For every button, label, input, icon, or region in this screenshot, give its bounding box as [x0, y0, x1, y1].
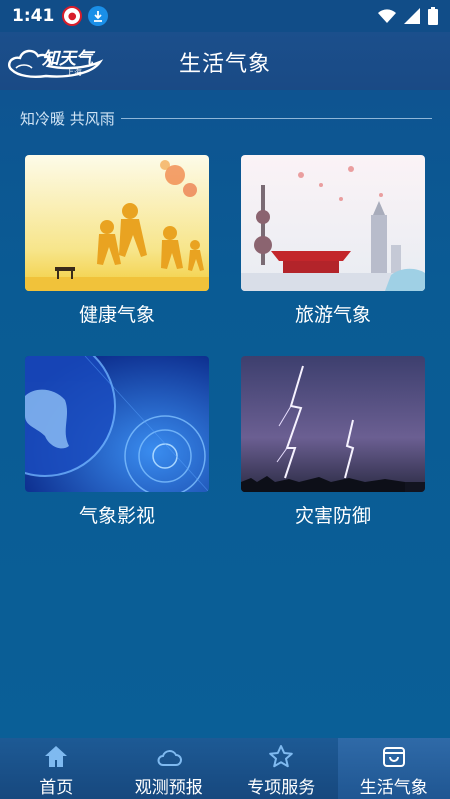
- card-label: 健康气象: [78, 304, 155, 326]
- status-time: 1:41: [12, 6, 55, 26]
- health-weather-image: [25, 155, 209, 291]
- card-disaster-defense[interactable]: 灾害防御: [241, 356, 425, 528]
- bottom-tab-bar: 首页 观测预报 专项服务 生活气象: [0, 738, 450, 799]
- main-content: 知冷暖 共风雨 健康气象 旅游气象 气象影视 灾害防御: [0, 90, 450, 738]
- tab-label: 专项服务: [247, 778, 316, 798]
- section-title: 知冷暖 共风雨: [20, 110, 115, 128]
- weather-video-image: [25, 356, 209, 492]
- app-bar: 知天气 上海 生活气象: [0, 32, 450, 90]
- bag-icon: [382, 747, 405, 767]
- card-weather-video[interactable]: 气象影视: [25, 356, 209, 528]
- wifi-icon: [378, 9, 396, 23]
- card-label: 旅游气象: [294, 304, 371, 326]
- tab-label: 首页: [39, 778, 74, 798]
- disaster-defense-image: [241, 356, 425, 492]
- tab-observation-forecast[interactable]: 观测预报: [113, 738, 226, 799]
- battery-icon: [428, 7, 438, 25]
- section-header: 知冷暖 共风雨: [20, 108, 432, 129]
- cloud-icon: [157, 750, 182, 766]
- card-label: 气象影视: [78, 505, 155, 527]
- section-divider: [120, 118, 432, 119]
- card-travel-weather[interactable]: 旅游气象: [241, 155, 425, 327]
- calendar-badge-icon: ●: [62, 6, 83, 26]
- status-bar: 1:41 ●: [0, 0, 450, 32]
- signal-icon: [404, 8, 420, 24]
- star-icon: [269, 745, 294, 768]
- tab-label: 生活气象: [359, 778, 428, 798]
- tab-home[interactable]: 首页: [0, 738, 113, 799]
- card-label: 灾害防御: [294, 505, 371, 527]
- tab-label: 观测预报: [134, 778, 203, 798]
- home-icon: [45, 746, 68, 767]
- travel-weather-image: [241, 155, 425, 291]
- page-title: 生活气象: [178, 52, 271, 77]
- tab-special-services[interactable]: 专项服务: [225, 738, 338, 799]
- download-icon: [88, 6, 109, 26]
- tab-life-weather[interactable]: 生活气象: [337, 738, 450, 799]
- card-health-weather[interactable]: 健康气象: [25, 155, 209, 327]
